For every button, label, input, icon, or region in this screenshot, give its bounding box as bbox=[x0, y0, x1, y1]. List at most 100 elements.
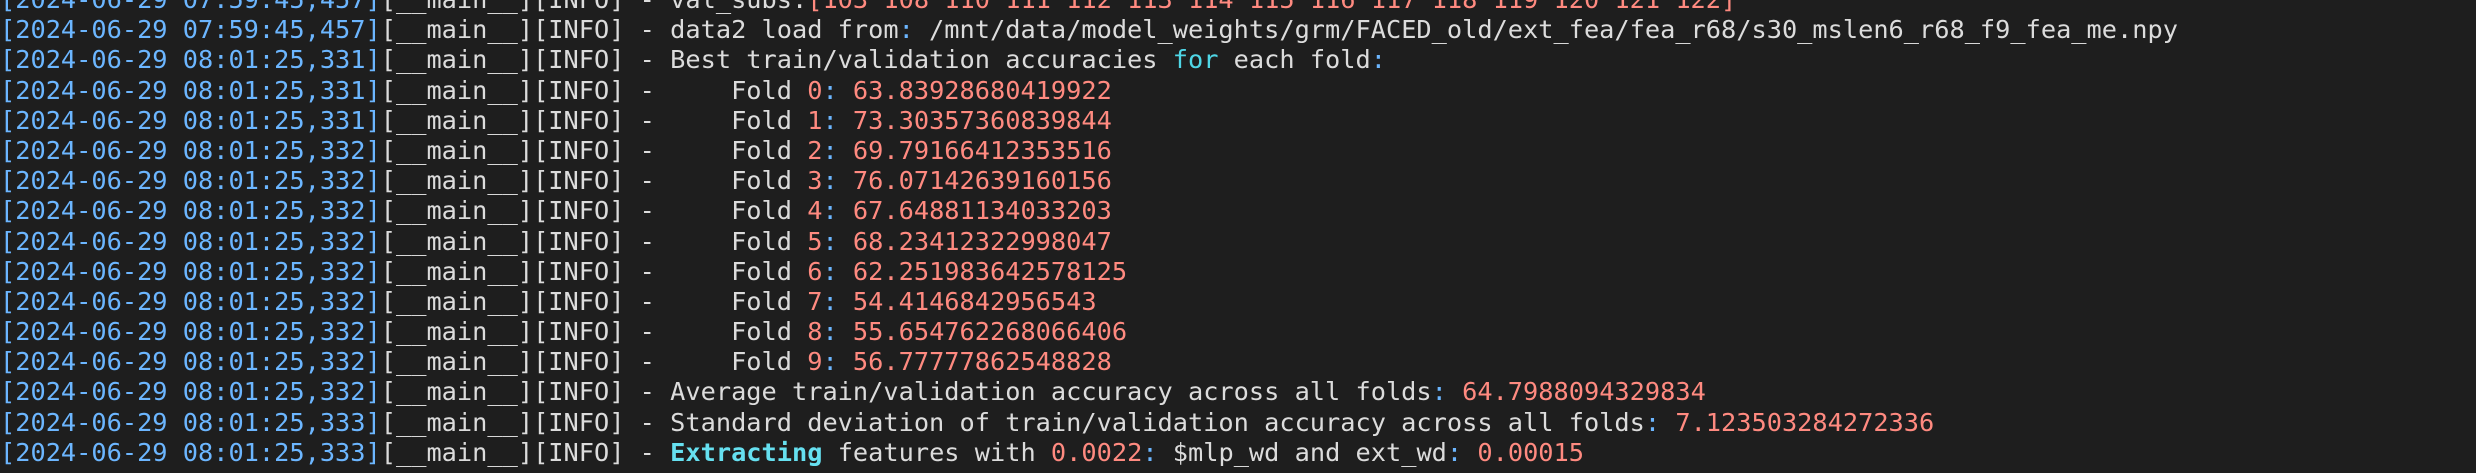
log-message-segment: 7 bbox=[807, 286, 823, 316]
log-message-segment: [103 108 110 111 112 113 114 115 116 117… bbox=[807, 0, 1736, 14]
log-timestamp: [2024-06-29 08:01:25,332] bbox=[0, 317, 381, 347]
log-message-segment: 4 bbox=[807, 196, 823, 226]
log-message-segment: - Fold bbox=[624, 166, 808, 196]
log-message-segment: - Average train/validation accuracy acro… bbox=[624, 377, 1432, 407]
log-message-segment: 2 bbox=[807, 135, 823, 165]
log-message-segment: 0 bbox=[807, 75, 823, 105]
log-logger-level: [__main__][INFO] bbox=[380, 135, 625, 165]
log-timestamp: [2024-06-29 08:01:25,332] bbox=[0, 286, 381, 316]
log-line: [2024-06-29 08:01:25,333][__main__][INFO… bbox=[0, 438, 2476, 468]
log-timestamp: [2024-06-29 08:01:25,331] bbox=[0, 105, 381, 135]
log-logger-level: [__main__][INFO] bbox=[380, 105, 625, 135]
log-line: [2024-06-29 08:01:25,332][__main__][INFO… bbox=[0, 287, 2476, 317]
log-message-segment: - bbox=[624, 437, 671, 467]
log-logger-level: [__main__][INFO] bbox=[380, 286, 625, 316]
log-message-segment: 69.79166412353516 bbox=[837, 135, 1112, 165]
log-timestamp: [2024-06-29 08:01:25,332] bbox=[0, 135, 381, 165]
log-message-segment: 73.30357360839844 bbox=[837, 105, 1112, 135]
log-logger-level: [__main__][INFO] bbox=[380, 407, 625, 437]
log-message-segment: 8 bbox=[807, 317, 823, 347]
log-timestamp: [2024-06-29 08:01:25,331] bbox=[0, 45, 381, 75]
log-message-segment: 64.7988094329834 bbox=[1446, 377, 1706, 407]
log-message-segment: 63.83928680419922 bbox=[837, 75, 1112, 105]
log-line: [2024-06-29 08:01:25,332][__main__][INFO… bbox=[0, 257, 2476, 287]
log-message-segment: - Best train/validation accuracies bbox=[624, 45, 1173, 75]
log-message-segment: - Standard deviation of train/validation… bbox=[624, 407, 1645, 437]
log-message-segment: : bbox=[1142, 437, 1158, 467]
log-message-segment: 7.123503284272336 bbox=[1660, 407, 1935, 437]
log-line: [2024-06-29 08:01:25,332][__main__][INFO… bbox=[0, 227, 2476, 257]
log-message-segment: - val_subs: bbox=[624, 0, 808, 14]
log-message-segment: : bbox=[822, 75, 838, 105]
log-timestamp: [2024-06-29 08:01:25,332] bbox=[0, 347, 381, 377]
log-message-segment: 3 bbox=[807, 166, 823, 196]
log-line: [2024-06-29 08:01:25,332][__main__][INFO… bbox=[0, 377, 2476, 407]
log-message-segment: 68.23412322998047 bbox=[837, 226, 1112, 256]
log-message-segment: - Fold bbox=[624, 256, 808, 286]
log-line: [2024-06-29 08:01:25,333][__main__][INFO… bbox=[0, 408, 2476, 438]
terminal-output[interactable]: [2024-06-29 07:59:45,457][__main__][INFO… bbox=[0, 0, 2476, 468]
log-logger-level: [__main__][INFO] bbox=[380, 75, 625, 105]
log-message-segment: 9 bbox=[807, 347, 823, 377]
log-line: [2024-06-29 07:59:45,457][__main__][INFO… bbox=[0, 15, 2476, 45]
log-message-segment: 62.251983642578125 bbox=[837, 256, 1128, 286]
log-logger-level: [__main__][INFO] bbox=[380, 196, 625, 226]
log-message-segment: - Fold bbox=[624, 75, 808, 105]
log-message-segment: - Fold bbox=[624, 196, 808, 226]
log-message-segment: : bbox=[822, 105, 838, 135]
log-message-segment: : bbox=[1431, 377, 1447, 407]
log-message-segment: : bbox=[1446, 437, 1463, 467]
log-logger-level: [__main__][INFO] bbox=[380, 45, 625, 75]
log-timestamp: [2024-06-29 08:01:25,332] bbox=[0, 377, 381, 407]
log-message-segment: - Fold bbox=[624, 317, 808, 347]
log-logger-level: [__main__][INFO] bbox=[381, 0, 625, 14]
log-line: [2024-06-29 08:01:25,332][__main__][INFO… bbox=[0, 166, 2476, 196]
log-message-segment: 55.654762268066406 bbox=[837, 317, 1128, 347]
log-message-segment: 0.00015 bbox=[1462, 437, 1584, 467]
log-timestamp: [2024-06-29 08:01:25,333] bbox=[0, 407, 381, 437]
log-message-segment: : bbox=[822, 196, 838, 226]
log-timestamp: [2024-06-29 08:01:25,332] bbox=[0, 256, 381, 286]
log-message-segment: 56.77777862548828 bbox=[837, 347, 1112, 377]
log-logger-level: [__main__][INFO] bbox=[380, 166, 625, 196]
log-message-segment: /mnt/data/model_weights/grm/FACED_old/ex… bbox=[913, 15, 2178, 45]
log-message-segment: - Fold bbox=[624, 286, 808, 316]
log-message-segment: 0.0022 bbox=[1050, 437, 1143, 467]
log-logger-level: [__main__][INFO] bbox=[380, 15, 625, 45]
log-timestamp: [2024-06-29 08:01:25,331] bbox=[0, 75, 381, 105]
log-message-segment: : bbox=[822, 317, 838, 347]
log-message-segment: - Fold bbox=[624, 105, 808, 135]
log-message-segment: 1 bbox=[807, 105, 823, 135]
log-timestamp: [2024-06-29 08:01:25,333] bbox=[0, 437, 381, 467]
log-message-segment: Extracting bbox=[670, 437, 823, 467]
log-logger-level: [__main__][INFO] bbox=[380, 377, 625, 407]
log-message-segment: : bbox=[822, 256, 838, 286]
log-message-segment: $mlp_wd and ext_wd bbox=[1157, 437, 1447, 467]
log-message-segment: each fold bbox=[1218, 45, 1371, 75]
log-line: [2024-06-29 07:59:45,457][__main__][INFO… bbox=[0, 0, 2476, 15]
log-timestamp: [2024-06-29 07:59:45,457] bbox=[0, 15, 381, 45]
log-line: [2024-06-29 08:01:25,332][__main__][INFO… bbox=[0, 136, 2476, 166]
log-line: [2024-06-29 08:01:25,332][__main__][INFO… bbox=[0, 347, 2476, 377]
log-timestamp: [2024-06-29 08:01:25,332] bbox=[0, 226, 381, 256]
log-message-segment: 54.4146842956543 bbox=[837, 286, 1097, 316]
log-message-segment: for bbox=[1172, 45, 1219, 75]
log-line: [2024-06-29 08:01:25,331][__main__][INFO… bbox=[0, 106, 2476, 136]
log-line: [2024-06-29 08:01:25,331][__main__][INFO… bbox=[0, 45, 2476, 75]
log-timestamp: [2024-06-29 08:01:25,332] bbox=[0, 196, 381, 226]
log-message-segment: - Fold bbox=[624, 135, 808, 165]
log-message-segment: 76.07142639160156 bbox=[837, 166, 1112, 196]
log-message-segment: : bbox=[898, 15, 914, 45]
log-logger-level: [__main__][INFO] bbox=[380, 317, 625, 347]
log-timestamp: [2024-06-29 08:01:25,332] bbox=[0, 166, 381, 196]
log-message-segment: : bbox=[822, 286, 838, 316]
log-message-segment: 5 bbox=[807, 226, 823, 256]
log-logger-level: [__main__][INFO] bbox=[380, 347, 625, 377]
log-message-segment: : bbox=[1644, 407, 1661, 437]
log-logger-level: [__main__][INFO] bbox=[380, 226, 625, 256]
log-line: [2024-06-29 08:01:25,331][__main__][INFO… bbox=[0, 76, 2476, 106]
log-timestamp: [2024-06-29 07:59:45,457] bbox=[0, 0, 381, 14]
log-logger-level: [__main__][INFO] bbox=[380, 437, 625, 467]
log-line: [2024-06-29 08:01:25,332][__main__][INFO… bbox=[0, 317, 2476, 347]
log-message-segment: : bbox=[822, 135, 838, 165]
